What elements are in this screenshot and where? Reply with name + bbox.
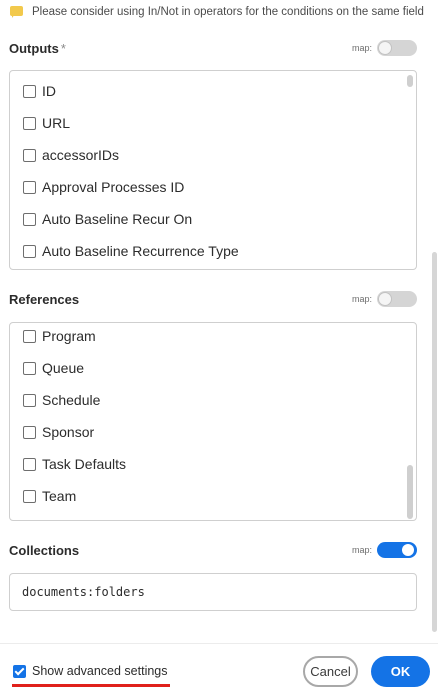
list-item[interactable]: Auto Baseline Recur On: [23, 209, 192, 229]
references-header: References map:: [9, 289, 417, 309]
checkbox[interactable]: [23, 361, 36, 375]
outputs-map-label: map:: [351, 43, 372, 53]
checkbox[interactable]: [23, 116, 36, 130]
list-item[interactable]: Auto Baseline Recurrence Type: [23, 241, 239, 261]
outputs-header: Outputs * map:: [9, 38, 417, 58]
collections-map-toggle[interactable]: [377, 542, 417, 558]
advanced-settings-checkbox[interactable]: [13, 664, 26, 678]
notice-text: Please consider using In/Not in operator…: [32, 6, 424, 18]
checkbox[interactable]: [23, 425, 36, 439]
cancel-button[interactable]: Cancel: [303, 656, 358, 687]
list-item[interactable]: Schedule: [23, 390, 100, 410]
checkbox[interactable]: [23, 212, 36, 226]
outputs-scrollbar-thumb[interactable]: [407, 75, 413, 87]
references-map-label: map:: [351, 294, 372, 304]
checkbox[interactable]: [23, 457, 36, 471]
collections-input[interactable]: documents:folders: [9, 573, 417, 611]
outputs-map-toggle[interactable]: [377, 40, 417, 56]
outputs-list[interactable]: ID URL accessorIDs Approval Processes ID…: [9, 70, 417, 270]
checkbox[interactable]: [23, 148, 36, 162]
checkbox[interactable]: [23, 393, 36, 407]
comment-icon: [10, 6, 24, 18]
list-item[interactable]: URL: [23, 113, 70, 133]
advanced-settings-toggle[interactable]: Show advanced settings: [13, 662, 168, 680]
collections-map-label: map:: [351, 545, 372, 555]
references-title: References: [9, 291, 80, 307]
list-item[interactable]: Task Defaults: [23, 454, 126, 474]
search-settings-panel: Please consider using In/Not in operator…: [0, 0, 438, 695]
list-item[interactable]: ID: [23, 81, 56, 101]
ok-button[interactable]: OK: [371, 656, 430, 687]
list-item[interactable]: Program: [23, 326, 96, 346]
references-list[interactable]: Program Queue Schedule Sponsor Task Defa…: [9, 322, 417, 521]
list-item[interactable]: Sponsor: [23, 422, 94, 442]
highlight-underline: [12, 684, 170, 687]
list-item[interactable]: Team: [23, 486, 76, 506]
footer-divider: [0, 643, 438, 644]
notice-banner: Please consider using In/Not in operator…: [10, 4, 424, 20]
checkbox[interactable]: [23, 180, 36, 194]
checkbox[interactable]: [23, 244, 36, 258]
checkbox[interactable]: [23, 329, 36, 343]
outputs-title: Outputs *: [9, 40, 66, 56]
collections-header: Collections map:: [9, 540, 417, 560]
collections-value: documents:folders: [22, 585, 145, 599]
references-map-toggle[interactable]: [377, 291, 417, 307]
checkbox[interactable]: [23, 84, 36, 98]
page-scrollbar-thumb[interactable]: [432, 252, 437, 632]
list-item[interactable]: accessorIDs: [23, 145, 119, 165]
list-item[interactable]: Approval Processes ID: [23, 177, 184, 197]
checkbox[interactable]: [23, 489, 36, 503]
advanced-settings-label: Show advanced settings: [32, 664, 168, 678]
references-scrollbar-thumb[interactable]: [407, 465, 413, 519]
required-mark: *: [60, 40, 66, 56]
collections-title: Collections: [9, 542, 80, 558]
list-item[interactable]: Queue: [23, 358, 84, 378]
